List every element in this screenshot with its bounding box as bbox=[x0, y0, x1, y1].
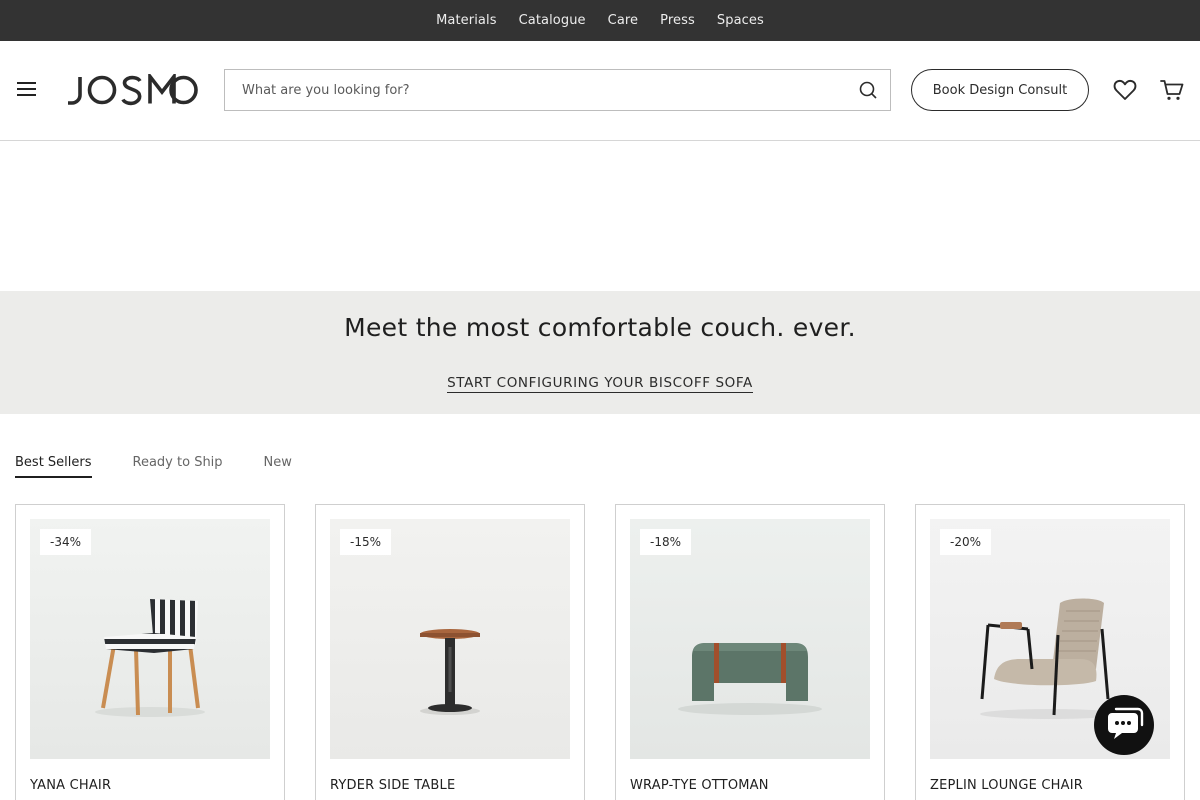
cart-icon[interactable] bbox=[1160, 79, 1184, 101]
product-name: RYDER SIDE TABLE bbox=[330, 778, 456, 793]
top-nav-catalogue[interactable]: Catalogue bbox=[519, 13, 586, 28]
product-name: WRAP-TYE OTTOMAN bbox=[630, 778, 769, 793]
tab-new[interactable]: New bbox=[264, 455, 292, 478]
product-name: YANA CHAIR bbox=[30, 778, 112, 793]
discount-badge: -18% bbox=[640, 529, 692, 555]
logo-mark bbox=[68, 71, 198, 106]
heart-icon[interactable] bbox=[1113, 79, 1137, 101]
promo-banner: Meet the most comfortable couch. ever. S… bbox=[0, 291, 1200, 414]
top-nav-spaces[interactable]: Spaces bbox=[717, 13, 764, 28]
configure-sofa-link[interactable]: START CONFIGURING YOUR BISCOFF SOFA bbox=[0, 375, 1200, 393]
chair-image bbox=[30, 519, 270, 759]
chat-button[interactable] bbox=[1094, 695, 1154, 755]
side-table-image bbox=[330, 519, 570, 759]
top-nav-press[interactable]: Press bbox=[660, 13, 695, 28]
product-card[interactable]: -15% RYDER SIDE TABLE bbox=[315, 504, 585, 800]
top-nav-materials[interactable]: Materials bbox=[436, 13, 497, 28]
site-header: Book Design Consult bbox=[0, 41, 1200, 141]
promo-heading: Meet the most comfortable couch. ever. bbox=[344, 313, 856, 342]
search-icon[interactable] bbox=[858, 80, 878, 100]
chat-icon bbox=[1108, 707, 1144, 739]
product-card[interactable]: -20% ZEPLIN LOUNGE CHAIR bbox=[915, 504, 1185, 800]
search-bar bbox=[224, 69, 891, 111]
menu-icon[interactable] bbox=[17, 81, 37, 97]
product-image: -15% bbox=[330, 519, 570, 759]
search-input[interactable] bbox=[225, 70, 845, 110]
product-name: ZEPLIN LOUNGE CHAIR bbox=[930, 778, 1083, 793]
configure-sofa-link-label: START CONFIGURING YOUR BISCOFF SOFA bbox=[447, 375, 753, 393]
product-card[interactable]: -34% YANA CHAIR bbox=[15, 504, 285, 800]
ottoman-image bbox=[630, 519, 870, 759]
logo[interactable] bbox=[66, 71, 198, 106]
top-nav: Materials Catalogue Care Press Spaces bbox=[0, 0, 1200, 41]
tab-ready-to-ship[interactable]: Ready to Ship bbox=[133, 455, 223, 478]
discount-badge: -15% bbox=[340, 529, 392, 555]
product-tabs: Best Sellers Ready to Ship New bbox=[15, 455, 333, 479]
product-image: -34% bbox=[30, 519, 270, 759]
product-card[interactable]: -18% WRAP-TYE OTTOMAN bbox=[615, 504, 885, 800]
discount-badge: -20% bbox=[940, 529, 992, 555]
product-image: -18% bbox=[630, 519, 870, 759]
book-design-consult-button[interactable]: Book Design Consult bbox=[911, 69, 1089, 111]
discount-badge: -34% bbox=[40, 529, 92, 555]
top-nav-care[interactable]: Care bbox=[608, 13, 639, 28]
tab-best-sellers[interactable]: Best Sellers bbox=[15, 455, 92, 478]
